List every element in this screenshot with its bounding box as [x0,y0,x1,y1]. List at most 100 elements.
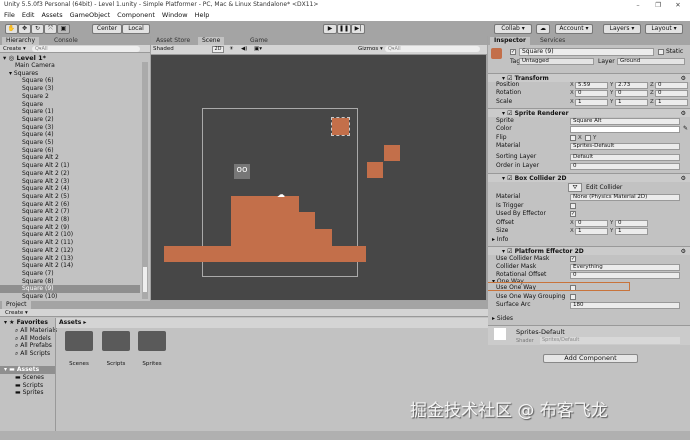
hierarchy-search-input[interactable]: Q▾All [32,46,140,52]
checkbox[interactable] [570,294,576,300]
assets-folder[interactable]: ▾ ▬ Assets [0,366,55,374]
cloud-icon[interactable]: ☁ [536,24,550,34]
move-tool-icon[interactable]: ✥ [18,24,31,34]
rect-tool-icon[interactable]: ▣ [57,24,70,34]
floating-square[interactable] [384,145,400,161]
hierarchy-item[interactable]: Square Alt 2 (2) [0,170,140,178]
hierarchy-create-button[interactable]: Create ▾ [3,45,26,53]
menu-gameobject[interactable]: GameObject [70,11,111,19]
folder-scripts[interactable]: ▬ Scripts [15,382,44,390]
account-dropdown[interactable]: Account ▾ [555,24,593,34]
menu-edit[interactable]: Edit [22,11,35,19]
scale-tool-icon[interactable]: ⤧ [44,24,57,34]
hierarchy-item[interactable]: Square Alt 2 (8) [0,216,140,224]
hierarchy-scrollbar[interactable] [142,62,148,299]
y-value[interactable]: 1 [615,227,648,235]
hierarchy-item[interactable]: Square (5) [0,139,140,147]
scene-search-input[interactable]: Q▾All [385,46,480,52]
tab-hierarchy[interactable]: Hierarchy [2,37,40,45]
z-value[interactable]: 0 [655,81,688,89]
size-field[interactable]: Size X 1 Y 1 [492,227,688,235]
tab-asset-store[interactable]: Asset Store [152,37,194,45]
audio-toggle-icon[interactable]: ◀) [241,46,247,52]
block-step-1[interactable] [298,212,315,250]
hierarchy-item[interactable]: Square Alt 2 (4) [0,185,140,193]
fav-all-prefabs[interactable]: ⌕ All Prefabs [15,342,57,350]
add-component-button[interactable]: Add Component [543,354,638,363]
x-value[interactable]: 1 [575,98,608,106]
y-value[interactable]: 2.73 [615,81,648,89]
menu-window[interactable]: Window [162,11,188,19]
field-value[interactable]: 0 [570,162,680,170]
hierarchy-item[interactable]: Square (9) [0,285,140,293]
menu-component[interactable]: Component [117,11,155,19]
hierarchy-item[interactable]: Square Alt 2 (7) [0,208,140,216]
lighting-toggle-icon[interactable]: ☀ [229,46,234,52]
folder-scenes-label[interactable]: Scenes [59,361,99,367]
hierarchy-item[interactable]: Main Camera [0,62,140,70]
layers-dropdown[interactable]: Layers ▾ [603,24,641,34]
sides-foldout[interactable]: ▸ Sides [492,315,688,323]
selected-square-9[interactable] [331,117,350,136]
field-value[interactable]: 0 [570,271,680,279]
hierarchy-item[interactable]: Square (3) [0,124,140,132]
field-value[interactable]: None (Physics Material 2D) [570,193,680,201]
settings-gear-icon[interactable]: ⚙ [681,174,686,183]
checkbox[interactable] [570,203,576,209]
x-value[interactable]: 0 [575,89,608,97]
order-in-layer-field[interactable]: Order in Layer 0 [492,162,688,170]
pivot-center-button[interactable]: Center [92,24,122,34]
x-value[interactable]: 5.59 [575,81,608,89]
tab-scene[interactable]: Scene [198,37,225,45]
maximize-button[interactable]: ❐ [648,0,668,10]
edit-collider-button[interactable]: ⛛ Edit Collider [492,183,688,193]
floating-square[interactable] [367,162,383,178]
platform-effector-header[interactable]: ▾ ☑ Platform Effector 2D ⚙ [488,246,690,255]
pause-button[interactable]: ❚❚ [337,24,351,34]
rotation-field[interactable]: Rotation X 0 Y 0 Z 0 [492,89,688,97]
fav-all-materials[interactable]: ⌕ All Materials [15,327,57,335]
hierarchy-item[interactable]: Square Alt 2 (9) [0,224,140,232]
sprite-field[interactable]: Sprite Square Alt [492,117,688,125]
box-collider-header[interactable]: ▾ ☑ Box Collider 2D ⚙ [488,173,690,182]
hierarchy-item[interactable]: Square 2 [0,93,140,101]
project-breadcrumb[interactable]: Assets ▸ [56,318,488,328]
flip-y-checkbox[interactable] [585,135,591,141]
checkbox[interactable]: ✓ [570,256,576,262]
field-value[interactable]: Everything [570,263,680,271]
close-button[interactable]: ✕ [668,0,688,10]
scale-field[interactable]: Scale X 1 Y 1 Z 1 [492,98,688,106]
layout-dropdown[interactable]: Layout ▾ [645,24,683,34]
folder-scenes-icon[interactable] [65,331,93,351]
hierarchy-item[interactable]: Square Alt 2 (6) [0,201,140,209]
collider-material-field[interactable]: Material None (Physics Material 2D) [492,193,688,201]
hierarchy-item[interactable]: Square (8) [0,278,140,286]
rotate-tool-icon[interactable]: ↻ [31,24,44,34]
folder-sprites-label[interactable]: Sprites [132,361,172,367]
hierarchy-item[interactable]: Square Alt 2 (5) [0,193,140,201]
surface-arc-field[interactable]: Surface Arc 180 [492,301,688,309]
folder-scripts-icon[interactable] [102,331,130,351]
hierarchy-item[interactable]: Square Alt 2 [0,154,140,162]
hierarchy-item[interactable]: Square Alt 2 (14) [0,262,140,270]
flip-field[interactable]: Flip X Y [492,134,688,142]
fav-all-scripts[interactable]: ⌕ All Scripts [15,350,57,358]
hierarchy-item[interactable]: Square (7) [0,270,140,278]
player-character[interactable]: oo [234,164,250,179]
use-collider-mask-checkbox[interactable]: Use Collider Mask ✓ [492,255,688,263]
favorites-folder[interactable]: ▾ ★ Favorites [4,319,48,326]
block-step-2[interactable] [315,229,332,250]
folder-scenes[interactable]: ▬ Scenes [15,374,44,382]
edit-collider-icon[interactable]: ⛛ [568,183,582,192]
y-value[interactable]: 0 [615,89,648,97]
checkbox[interactable]: ✓ [570,211,576,217]
effects-toggle-icon[interactable]: ▣▾ [254,46,262,52]
color-swatch[interactable] [570,125,680,133]
hand-tool-icon[interactable]: ✋ [5,24,18,34]
used-by-effector-checkbox[interactable]: Used By Effector ✓ [492,210,688,218]
step-button[interactable]: ▶| [351,24,365,34]
position-field[interactable]: Position X 5.59 Y 2.73 Z 0 [492,81,688,89]
hierarchy-item[interactable]: Square (2) [0,116,140,124]
folder-sprites-icon[interactable] [138,331,166,351]
z-value[interactable]: 0 [655,89,688,97]
